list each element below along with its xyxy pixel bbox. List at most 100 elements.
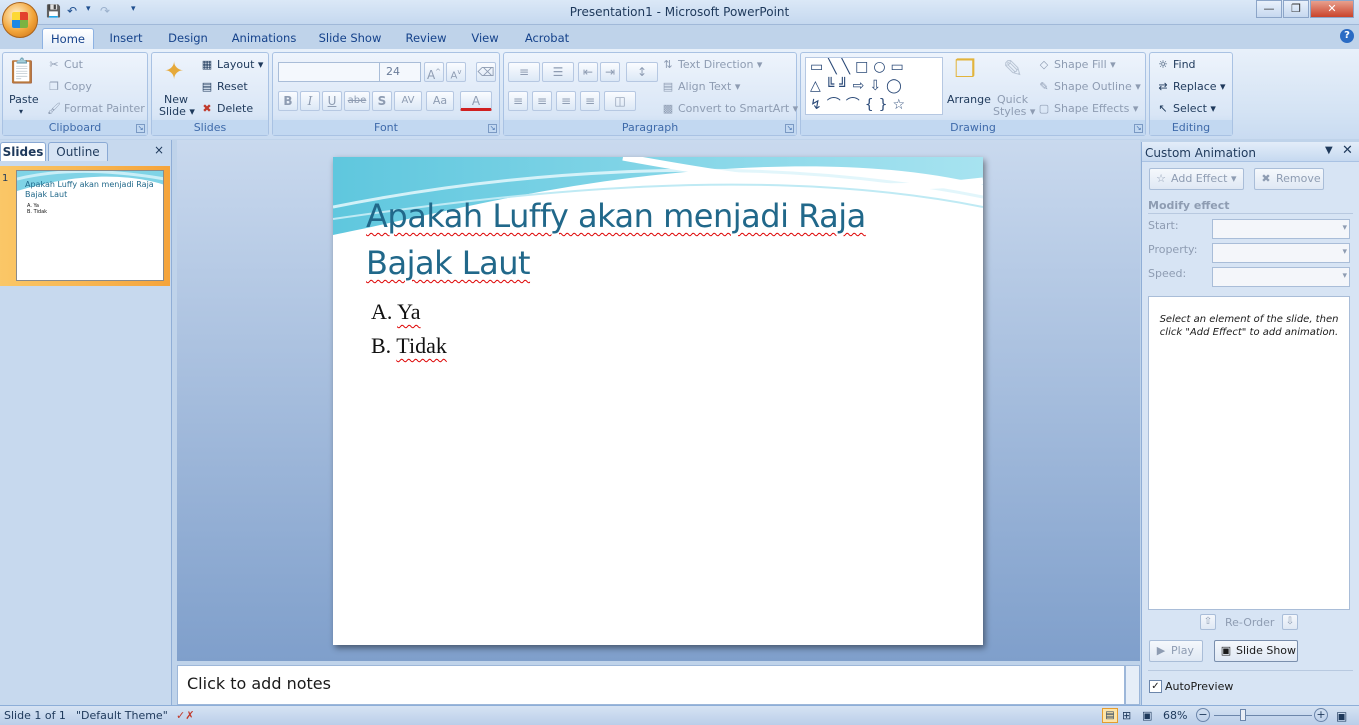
slide-sorter-icon[interactable]: ⊞ <box>1122 709 1131 722</box>
custom-animation-pane: Custom Animation ▼ ✕ ☆ Add Effect ▾ ✖ Remo… <box>1141 142 1359 705</box>
quick-styles-label-2: Styles <box>993 105 1027 118</box>
remove-button[interactable]: ✖ Remove <box>1254 168 1324 190</box>
format-painter-button[interactable]: 🖌 Format Painter <box>47 102 145 116</box>
close-button[interactable]: ✕ <box>1310 0 1354 18</box>
line-spacing-icon[interactable]: ↕ <box>626 62 658 82</box>
text-direction-button[interactable]: ⇅ Text Direction ▾ <box>661 58 762 72</box>
decrease-indent-icon[interactable]: ⇤ <box>578 62 598 82</box>
paste-button[interactable]: Paste <box>9 93 39 106</box>
tab-design[interactable]: Design <box>162 28 214 49</box>
star-icon: ☆ <box>1156 172 1166 185</box>
font-size-select[interactable]: 24 <box>379 62 421 82</box>
tab-view[interactable]: View <box>466 28 504 49</box>
slide-title[interactable]: Apakah Luffy akan menjadi Raja Bajak Lau… <box>366 193 946 287</box>
notes-field[interactable]: Click to add notes <box>177 665 1125 705</box>
clear-formatting-icon[interactable]: ⌫ <box>476 62 496 82</box>
layout-button[interactable]: ▦ Layout ▾ <box>200 58 264 72</box>
bullets-icon[interactable]: ≡ <box>508 62 540 82</box>
autopreview-checkbox[interactable]: ✓ <box>1149 680 1162 693</box>
slide-thumbnail[interactable]: Apakah Luffy akan menjadi Raja Bajak Lau… <box>16 170 164 281</box>
align-right-icon[interactable]: ≡ <box>556 91 576 111</box>
justify-icon[interactable]: ≡ <box>580 91 600 111</box>
office-button[interactable] <box>2 2 38 38</box>
convert-smartart-button[interactable]: ▩ Convert to SmartArt ▾ <box>661 102 798 116</box>
spelling-check-icon[interactable]: ✓✗ <box>176 709 194 722</box>
property-select[interactable] <box>1212 243 1350 263</box>
character-spacing-button[interactable]: AV <box>394 91 422 111</box>
reorder-down-icon[interactable]: ⇩ <box>1282 614 1298 630</box>
slide-show-button[interactable]: ▣ Slide Show <box>1214 640 1298 662</box>
bullet-item[interactable]: A. Ya <box>371 299 421 325</box>
paragraph-launcher-icon[interactable]: ↘ <box>785 124 794 133</box>
tab-slide-show[interactable]: Slide Show <box>314 28 386 49</box>
slide[interactable]: Apakah Luffy akan menjadi Raja Bajak Lau… <box>333 157 983 645</box>
align-left-icon[interactable]: ≡ <box>508 91 528 111</box>
zoom-out-icon[interactable]: − <box>1196 708 1210 722</box>
grow-font-button[interactable]: A^ <box>424 62 444 82</box>
tab-insert[interactable]: Insert <box>104 28 148 49</box>
paint-bucket-icon: ◇ <box>1039 58 1049 71</box>
zoom-in-icon[interactable]: + <box>1314 708 1328 722</box>
pane-options-icon[interactable]: ▼ <box>1325 145 1333 156</box>
select-button[interactable]: ↖ Select ▾ <box>1156 102 1216 116</box>
change-case-button[interactable]: Aa <box>426 91 454 111</box>
tab-outline-pane[interactable]: Outline <box>48 142 108 161</box>
paste-dropdown-icon[interactable]: ▾ <box>19 107 23 116</box>
notes-scrollbar[interactable] <box>1125 665 1140 705</box>
columns-icon[interactable]: ◫ <box>604 91 636 111</box>
copy-button[interactable]: ❐ Copy <box>47 80 92 94</box>
tab-home[interactable]: Home <box>42 28 94 49</box>
bullet-item[interactable]: B. Tidak <box>371 333 447 359</box>
text-shadow-button[interactable]: S <box>372 91 392 111</box>
play-button[interactable]: ▶ Play <box>1149 640 1203 662</box>
replace-button[interactable]: ⇄ Replace ▾ <box>1156 80 1225 94</box>
speed-select[interactable] <box>1212 267 1350 287</box>
bold-button[interactable]: B <box>278 91 298 111</box>
normal-view-icon[interactable]: ▤ <box>1102 708 1118 723</box>
shape-outline-button[interactable]: ✎ Shape Outline ▾ <box>1037 80 1140 94</box>
help-icon[interactable]: ? <box>1340 29 1354 43</box>
fit-to-window-icon[interactable]: ▣ <box>1336 709 1347 723</box>
find-button[interactable]: ☼ Find <box>1156 58 1195 72</box>
zoom-level[interactable]: 68% <box>1163 709 1187 722</box>
shrink-font-button[interactable]: Av <box>446 62 466 82</box>
font-name-select[interactable] <box>278 62 382 82</box>
font-launcher-icon[interactable]: ↘ <box>488 124 497 133</box>
tab-slides-pane[interactable]: Slides <box>0 142 46 161</box>
align-center-icon[interactable]: ≡ <box>532 91 552 111</box>
tab-animations[interactable]: Animations <box>228 28 300 49</box>
new-slide-dropdown[interactable]: Slide ▾ <box>159 105 195 118</box>
bullet-marker: B. <box>371 333 392 358</box>
restore-button[interactable]: ❐ <box>1283 0 1309 18</box>
strikethrough-button[interactable]: abe <box>344 91 370 111</box>
zoom-slider[interactable] <box>1214 715 1312 716</box>
shapes-gallery[interactable]: ▭╲╲□○▭ △╚╝⇨⇩◯ ↯⌒⌒{}☆ <box>805 57 943 115</box>
shape-fill-button[interactable]: ◇ Shape Fill ▾ <box>1037 58 1116 72</box>
start-select[interactable] <box>1212 219 1350 239</box>
increase-indent-icon[interactable]: ⇥ <box>600 62 620 82</box>
slide-show-view-icon[interactable]: ▣ <box>1142 709 1152 722</box>
reorder-up-icon[interactable]: ⇧ <box>1200 614 1216 630</box>
quick-styles-dropdown[interactable]: Styles ▾ <box>993 105 1035 118</box>
tab-acrobat[interactable]: Acrobat <box>518 28 576 49</box>
italic-button[interactable]: I <box>300 91 320 111</box>
align-text-button[interactable]: ▤ Align Text ▾ <box>661 80 741 94</box>
shape-effects-button[interactable]: ▢ Shape Effects ▾ <box>1037 102 1139 116</box>
arrange-button[interactable]: Arrange <box>947 93 991 106</box>
font-color-button[interactable]: A <box>460 91 492 111</box>
underline-button[interactable]: U <box>322 91 342 111</box>
reset-button[interactable]: ▤ Reset <box>200 80 248 94</box>
animation-list[interactable]: Select an element of the slide, then cli… <box>1148 296 1350 610</box>
close-pane-icon[interactable]: × <box>154 143 164 157</box>
zoom-slider-thumb[interactable] <box>1240 709 1246 721</box>
tab-review[interactable]: Review <box>400 28 452 49</box>
play-icon: ▶ <box>1156 644 1166 657</box>
minimize-button[interactable]: — <box>1256 0 1282 18</box>
add-effect-button[interactable]: ☆ Add Effect ▾ <box>1149 168 1244 190</box>
clipboard-launcher-icon[interactable]: ↘ <box>136 124 145 133</box>
numbering-icon[interactable]: ☰ <box>542 62 574 82</box>
cut-button[interactable]: ✂ Cut <box>47 58 83 72</box>
close-pane-button[interactable]: ✕ <box>1342 143 1353 158</box>
delete-button[interactable]: ✖ Delete <box>200 102 253 116</box>
drawing-launcher-icon[interactable]: ↘ <box>1134 124 1143 133</box>
